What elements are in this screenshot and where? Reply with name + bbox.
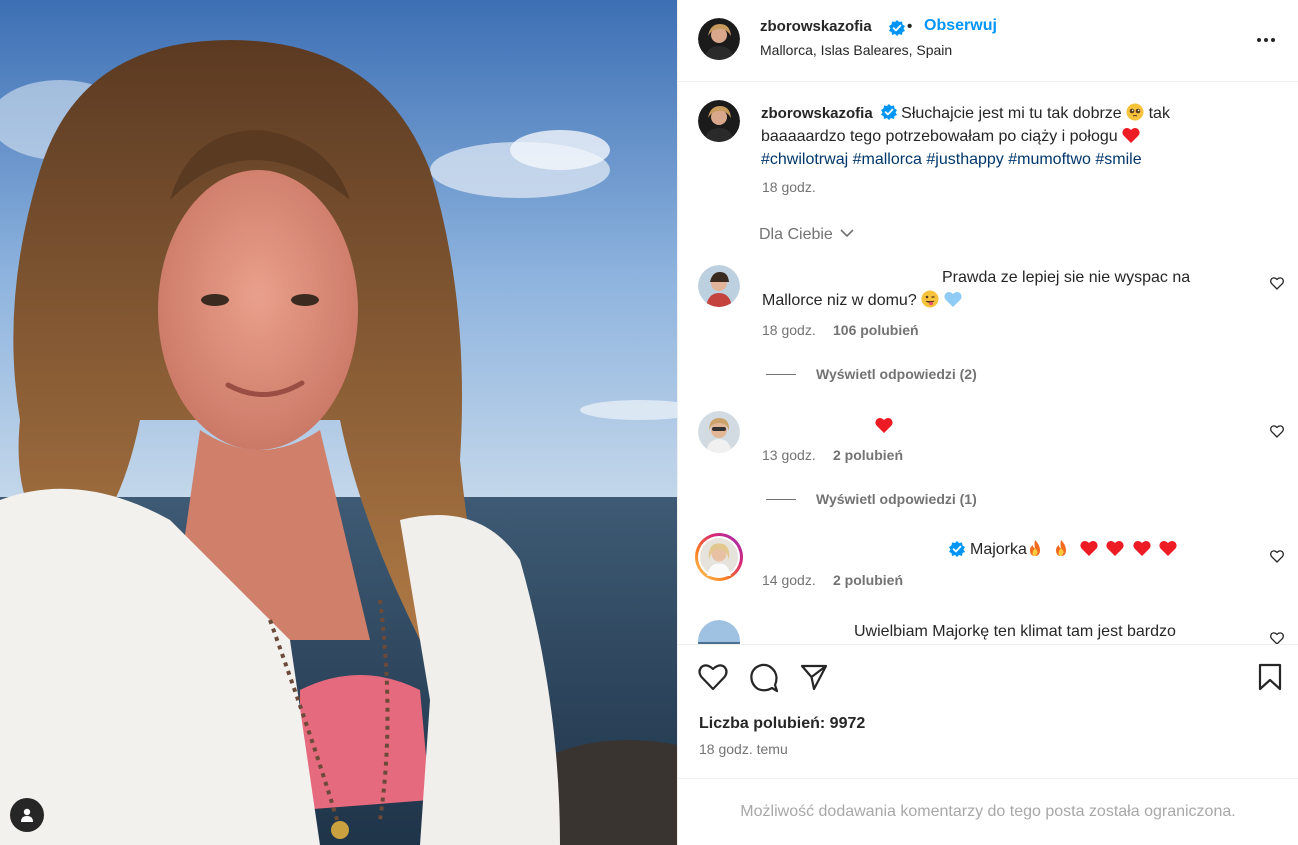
red-heart-emoji-icon (1159, 540, 1177, 556)
comments-filter-label: Dla Ciebie (759, 226, 833, 243)
caption-username[interactable]: zborowskazofia (761, 105, 873, 122)
caption-time: 18 godz. (762, 179, 816, 195)
commenter-avatar[interactable] (698, 265, 740, 307)
commenter-avatar[interactable] (698, 620, 740, 644)
more-icon (1257, 38, 1261, 42)
comment-text: Prawda ze lepiej sie nie wyspac na Mallo… (762, 269, 1191, 309)
heart-icon[interactable] (698, 663, 728, 691)
comment-text: Uwielbiam Majorkę ten klimat tam jest ba… (854, 623, 1176, 640)
commenter-avatar[interactable] (698, 411, 740, 453)
comment-likes[interactable]: 2 polubień (833, 572, 903, 588)
comment-likes[interactable]: 2 polubień (833, 447, 903, 463)
post-header: zborowskazofia • Obserwuj Mallorca, Isla… (678, 0, 1298, 82)
more-options-button[interactable] (1254, 30, 1278, 50)
fire-emoji-icon (1056, 540, 1067, 556)
red-heart-emoji-icon (1080, 540, 1098, 556)
user-tag-button[interactable] (10, 798, 44, 832)
verified-icon (889, 20, 905, 36)
chevron-down-icon (840, 229, 854, 238)
follow-button[interactable]: Obserwuj (924, 17, 997, 35)
likes-count[interactable]: Liczba polubień: 9972 (699, 715, 865, 733)
red-heart-emoji-icon (1122, 127, 1140, 143)
light-blue-heart-emoji-icon (944, 291, 962, 307)
red-heart-emoji-icon (875, 417, 893, 433)
verified-icon (880, 104, 897, 120)
view-replies-button[interactable]: Wyświetl odpowiedzi (2) (766, 366, 977, 382)
share-icon[interactable] (800, 663, 828, 691)
verified-icon (949, 541, 965, 557)
red-heart-emoji-icon (1133, 540, 1151, 556)
post-details-panel: zborowskazofia • Obserwuj Mallorca, Isla… (677, 0, 1298, 845)
comment-time: 14 godz. (762, 572, 816, 588)
post-time-ago: 18 godz. temu (699, 741, 788, 757)
commenter-avatar-story-ring[interactable] (695, 533, 743, 581)
comment-icon[interactable] (749, 663, 779, 693)
comment-like-heart-icon[interactable] (1270, 632, 1284, 644)
fire-emoji-icon (1029, 540, 1040, 556)
red-heart-emoji-icon (1106, 540, 1124, 556)
comment-likes[interactable]: 106 polubień (833, 322, 919, 338)
selfie-image (0, 0, 677, 845)
post-photo[interactable] (0, 0, 677, 845)
comments-section[interactable]: zborowskazofia Słuchajcie jest mi tu tak… (678, 82, 1298, 644)
post-location[interactable]: Mallorca, Islas Baleares, Spain (760, 42, 952, 58)
comment-like-heart-icon[interactable] (1270, 425, 1284, 438)
view-replies-button[interactable]: Wyświetl odpowiedzi (1) (766, 491, 977, 507)
comment-like-heart-icon[interactable] (1270, 277, 1284, 290)
comment-text: Majorka (970, 538, 1177, 561)
post-caption: zborowskazofia Słuchajcie jest mi tu tak… (761, 102, 1231, 171)
pleading-face-emoji-icon (1126, 103, 1144, 121)
winking-tongue-emoji-icon (921, 290, 939, 308)
comment-time: 18 godz. (762, 322, 816, 338)
caption-hashtags[interactable]: #chwilotrwaj #mallorca #justhappy #mumof… (761, 151, 1142, 168)
comment-like-heart-icon[interactable] (1270, 550, 1284, 563)
comments-limited-notice: Możliwość dodawania komentarzy do tego p… (678, 778, 1298, 845)
author-avatar[interactable] (698, 18, 740, 60)
user-tag-icon (21, 808, 33, 822)
comment-time: 13 godz. (762, 447, 816, 463)
author-username[interactable]: zborowskazofia (760, 18, 872, 35)
caption-text-1: Słuchajcie jest mi tu tak dobrze (901, 105, 1122, 122)
comments-filter-dropdown[interactable]: Dla Ciebie (759, 226, 855, 244)
caption-author-avatar[interactable] (698, 100, 740, 142)
separator-dot: • (907, 18, 913, 35)
post-actions: Liczba polubień: 9972 18 godz. temu (678, 644, 1298, 778)
bookmark-icon[interactable] (1258, 663, 1282, 691)
